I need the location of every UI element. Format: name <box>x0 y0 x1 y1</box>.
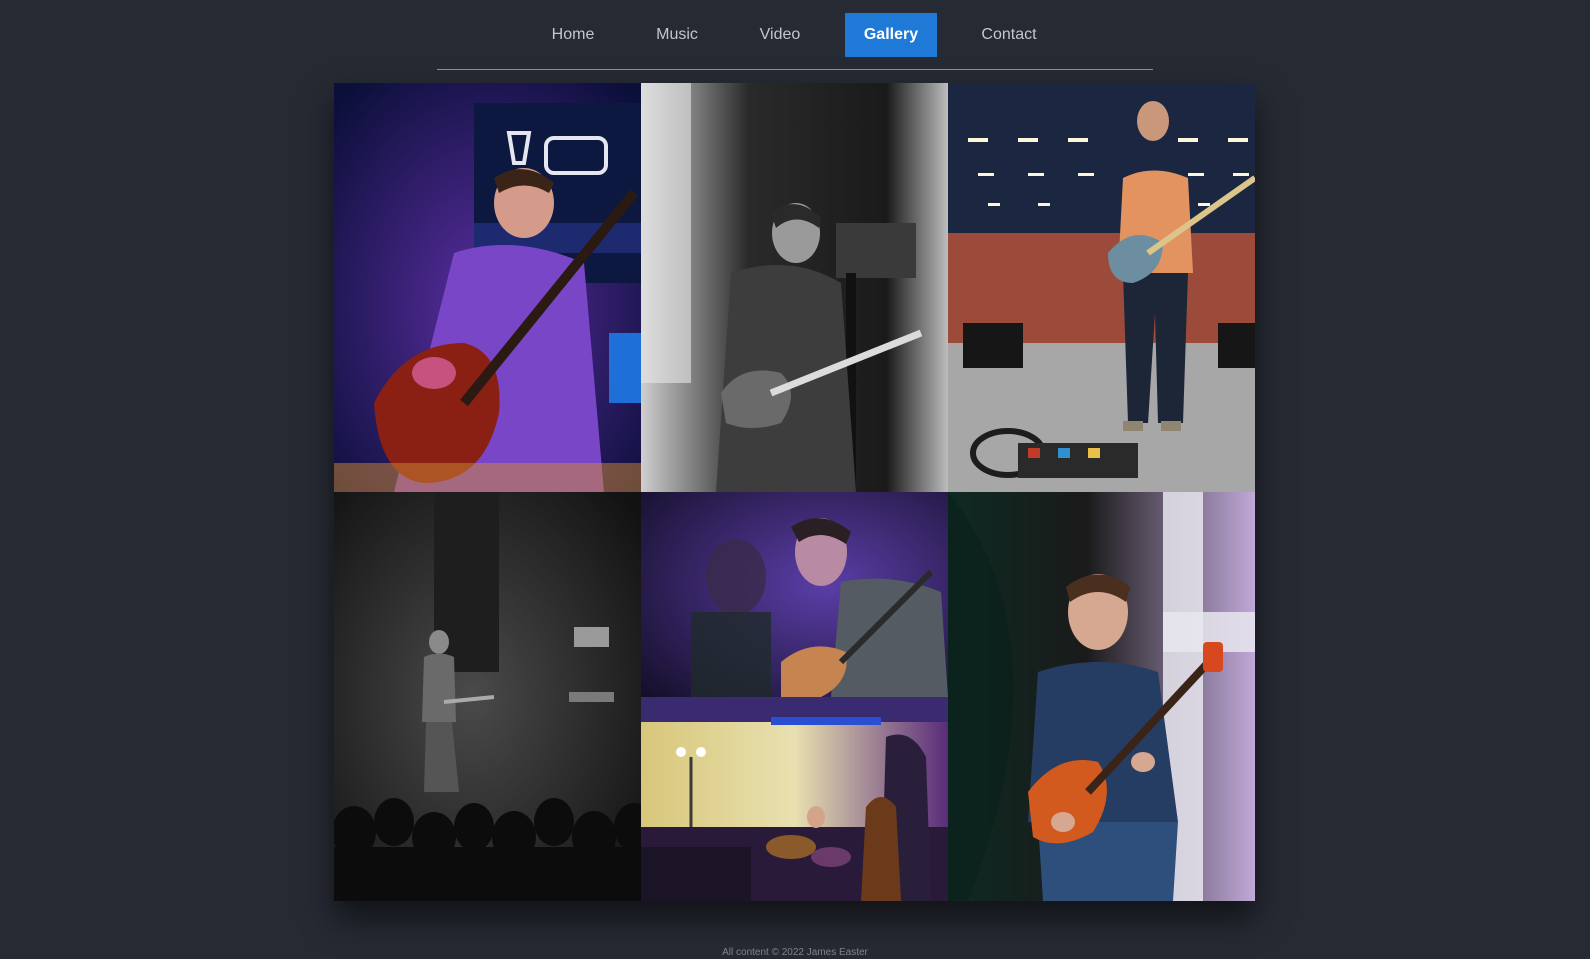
gallery-photo-band-stage[interactable] <box>641 697 948 901</box>
gallery-photo-guitarist-blue-shirt[interactable] <box>948 492 1255 901</box>
gallery-photo-guitarist-closeup[interactable] <box>641 492 948 697</box>
main-nav: Home Music Video Gallery Contact <box>0 13 1590 57</box>
gallery-photo-guitarist-hall[interactable] <box>948 83 1255 492</box>
nav-video[interactable]: Video <box>746 13 814 57</box>
gallery-photo-guitarist-bw[interactable] <box>641 83 948 492</box>
nav-home[interactable]: Home <box>539 13 607 57</box>
photo-gallery <box>334 83 1255 901</box>
nav-gallery[interactable]: Gallery <box>845 13 937 57</box>
nav-music[interactable]: Music <box>643 13 711 57</box>
nav-contact[interactable]: Contact <box>971 13 1047 57</box>
footer-copyright: All content © 2022 James Easter <box>722 947 868 958</box>
gallery-photo-concert-crowd[interactable] <box>334 492 641 901</box>
gallery-photo-guitarist-purple[interactable] <box>334 83 641 492</box>
nav-divider <box>437 69 1153 70</box>
